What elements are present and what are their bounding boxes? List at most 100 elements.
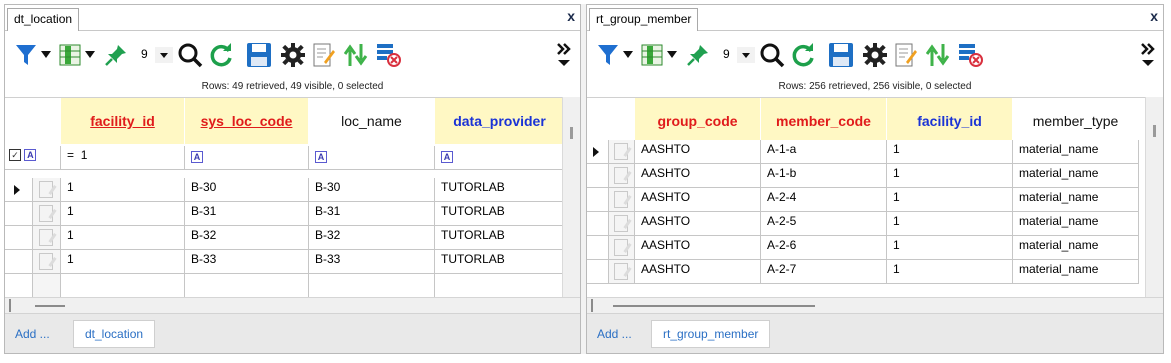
cell[interactable]: A-1-a — [761, 140, 887, 164]
cell[interactable]: AASHTO — [635, 140, 761, 164]
filter-dropdown-icon[interactable] — [39, 38, 53, 72]
table-row[interactable]: 1 B-30 B-30 TUTORLAB — [5, 178, 565, 202]
cell[interactable]: A-1-b — [761, 164, 887, 188]
scroll-thumb[interactable] — [613, 305, 815, 307]
table-row[interactable]: AASHTO A-1-a 1 material_name — [587, 140, 1139, 164]
gear-icon[interactable] — [861, 38, 889, 72]
table-row[interactable]: 1 B-32 B-32 TUTORLAB — [5, 226, 565, 250]
cell[interactable] — [61, 274, 185, 297]
columns-dropdown-icon[interactable] — [83, 38, 97, 72]
vertical-scrollbar[interactable] — [562, 97, 580, 297]
cell[interactable]: A-2-6 — [761, 236, 887, 260]
cell[interactable]: material_name — [1013, 236, 1139, 260]
cell[interactable]: A-2-5 — [761, 212, 887, 236]
row-edit-icon[interactable] — [33, 202, 61, 226]
clear-filter-icon[interactable] — [957, 38, 985, 72]
row-edit-icon[interactable] — [609, 212, 635, 236]
cell[interactable]: B-32 — [309, 226, 435, 250]
row-edit-icon[interactable] — [609, 164, 635, 188]
search-icon[interactable] — [759, 38, 785, 72]
cell[interactable]: 1 — [61, 202, 185, 226]
filter-sys-loc-code[interactable]: A — [185, 146, 309, 170]
filter-toggle-icon[interactable]: ✓ — [9, 149, 21, 161]
column-header-sys-loc-code[interactable]: sys_loc_code — [185, 98, 309, 144]
cell[interactable]: 1 — [887, 164, 1013, 188]
cell[interactable]: material_name — [1013, 260, 1139, 284]
cell[interactable]: AASHTO — [635, 212, 761, 236]
scroll-thumb[interactable] — [35, 305, 65, 307]
sort-icon[interactable] — [925, 38, 951, 72]
filter-facility-id[interactable]: = 1 — [61, 146, 185, 170]
cell[interactable]: B-31 — [309, 202, 435, 226]
search-icon[interactable] — [177, 38, 203, 72]
scroll-thumb[interactable] — [1153, 125, 1156, 137]
rt-group-member-button[interactable]: rt_group_member — [651, 320, 771, 348]
save-icon[interactable] — [245, 38, 273, 72]
cell[interactable]: AASHTO — [635, 260, 761, 284]
cell[interactable] — [435, 274, 565, 297]
row-edit-icon[interactable] — [609, 236, 635, 260]
add-link[interactable]: Add ... — [15, 327, 50, 341]
column-header-member-code[interactable]: member_code — [761, 98, 887, 144]
add-link[interactable]: Add ... — [597, 327, 632, 341]
sort-icon[interactable] — [343, 38, 369, 72]
close-icon[interactable]: x — [1150, 8, 1158, 24]
clear-filter-icon[interactable] — [375, 38, 403, 72]
columns-dropdown-icon[interactable] — [665, 38, 679, 72]
cell[interactable]: B-33 — [185, 250, 309, 274]
row-edit-icon[interactable] — [33, 250, 61, 274]
filter-value[interactable]: 1 — [81, 148, 88, 162]
row-edit-icon[interactable] — [33, 226, 61, 250]
close-icon[interactable]: x — [567, 8, 575, 24]
refresh-icon[interactable] — [207, 38, 235, 72]
table-row[interactable]: AASHTO A-2-5 1 material_name — [587, 212, 1139, 236]
cell[interactable]: A-2-7 — [761, 260, 887, 284]
column-chooser-icon[interactable] — [639, 38, 665, 72]
vertical-scrollbar[interactable] — [1145, 97, 1163, 297]
row-edit-icon[interactable] — [33, 178, 61, 202]
cell[interactable]: 1 — [61, 226, 185, 250]
cell[interactable]: TUTORLAB — [435, 178, 565, 202]
overflow-icon[interactable] — [555, 38, 573, 72]
cell[interactable]: B-33 — [309, 250, 435, 274]
row-edit-icon[interactable] — [609, 140, 635, 164]
cell[interactable]: material_name — [1013, 212, 1139, 236]
column-header-member-type[interactable]: member_type — [1013, 98, 1139, 144]
edit-icon[interactable] — [893, 38, 919, 72]
cell[interactable] — [309, 274, 435, 297]
cell[interactable]: B-32 — [185, 226, 309, 250]
cell[interactable]: 1 — [887, 140, 1013, 164]
refresh-icon[interactable] — [789, 38, 817, 72]
column-header-data-provider[interactable]: data_provider — [435, 98, 565, 144]
cell[interactable]: 1 — [887, 188, 1013, 212]
cell[interactable]: material_name — [1013, 188, 1139, 212]
filter-operator[interactable]: = — [67, 148, 74, 162]
cell[interactable]: B-30 — [309, 178, 435, 202]
column-header-group-code[interactable]: group_code — [635, 98, 761, 144]
table-row[interactable]: 1 B-33 B-33 TUTORLAB — [5, 250, 565, 274]
filter-loc-name[interactable]: A — [309, 146, 435, 170]
cell[interactable]: TUTORLAB — [435, 250, 565, 274]
cell[interactable]: B-31 — [185, 202, 309, 226]
cell[interactable]: AASHTO — [635, 236, 761, 260]
table-row[interactable]: AASHTO A-2-4 1 material_name — [587, 188, 1139, 212]
cell[interactable]: AASHTO — [635, 164, 761, 188]
pin-icon[interactable] — [685, 38, 711, 72]
table-row[interactable]: AASHTO A-2-6 1 material_name — [587, 236, 1139, 260]
overflow-icon[interactable] — [1139, 38, 1157, 72]
cell[interactable]: B-30 — [185, 178, 309, 202]
tab-dt-location[interactable]: dt_location — [7, 8, 80, 31]
cell[interactable]: material_name — [1013, 164, 1139, 188]
filter-text-icon[interactable]: A — [24, 149, 37, 161]
dt-location-button[interactable]: dt_location — [73, 320, 156, 348]
filter-dropdown-icon[interactable] — [621, 38, 635, 72]
table-row[interactable]: 1 B-31 B-31 TUTORLAB — [5, 202, 565, 226]
row-edit-icon[interactable] — [609, 260, 635, 284]
horizontal-scrollbar[interactable] — [587, 297, 1163, 313]
cell[interactable]: material_name — [1013, 140, 1139, 164]
horizontal-scrollbar[interactable] — [5, 297, 580, 313]
column-chooser-icon[interactable] — [57, 38, 83, 72]
cell[interactable] — [185, 274, 309, 297]
cell[interactable]: TUTORLAB — [435, 226, 565, 250]
scroll-thumb[interactable] — [570, 127, 573, 139]
